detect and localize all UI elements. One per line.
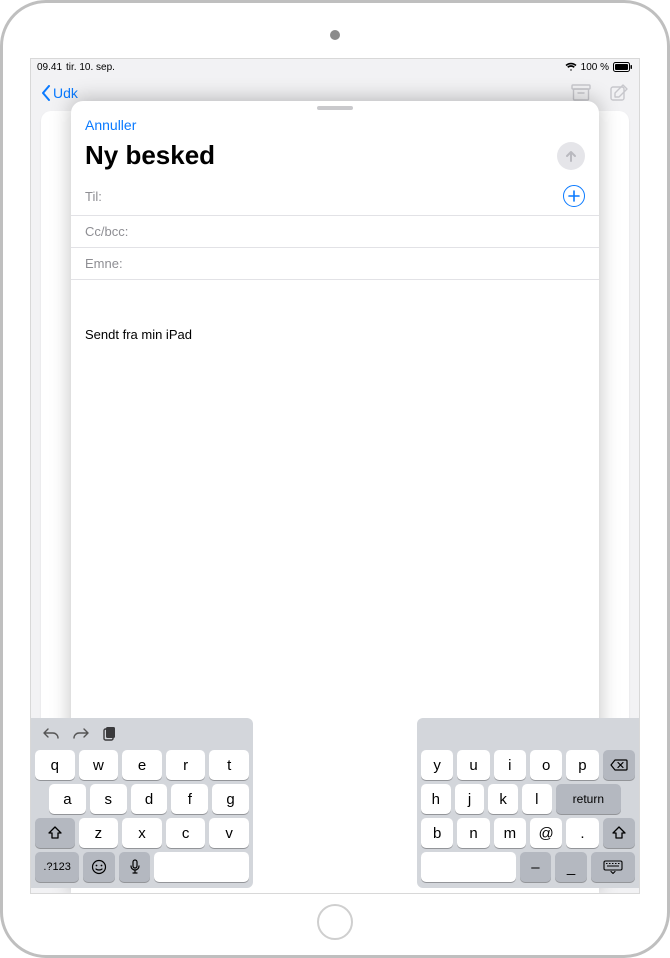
key-r[interactable]: r xyxy=(166,750,206,780)
cc-bcc-label: Cc/bcc: xyxy=(85,224,128,239)
key-numbers[interactable]: .?123 xyxy=(35,852,79,882)
key-q[interactable]: q xyxy=(35,750,75,780)
status-bar: 09.41 tir. 10. sep. 100 % xyxy=(31,59,639,75)
key-t[interactable]: t xyxy=(209,750,249,780)
clipboard-icon[interactable] xyxy=(103,726,116,741)
backspace-icon xyxy=(610,759,628,771)
status-time: 09.41 xyxy=(37,62,62,73)
key-dash[interactable]: – xyxy=(520,852,552,882)
shift-icon xyxy=(48,826,62,840)
signature-text: Sendt fra min iPad xyxy=(85,327,585,342)
key-z[interactable]: z xyxy=(79,818,119,848)
key-x[interactable]: x xyxy=(122,818,162,848)
key-space-left[interactable] xyxy=(154,852,249,882)
key-j[interactable]: j xyxy=(455,784,485,814)
key-i[interactable]: i xyxy=(494,750,526,780)
status-battery-text: 100 % xyxy=(581,62,609,73)
key-k[interactable]: k xyxy=(488,784,518,814)
key-backspace[interactable] xyxy=(603,750,635,780)
send-button[interactable] xyxy=(557,142,585,170)
subject-field-row[interactable]: Emne: xyxy=(71,248,599,280)
key-emoji[interactable] xyxy=(83,852,115,882)
battery-icon xyxy=(613,62,633,72)
key-p[interactable]: p xyxy=(566,750,598,780)
key-shift-right[interactable] xyxy=(603,818,635,848)
plus-icon xyxy=(568,190,580,202)
wifi-icon xyxy=(565,62,577,72)
key-l[interactable]: l xyxy=(522,784,552,814)
keyboard-hide-icon xyxy=(603,860,623,874)
undo-icon[interactable] xyxy=(43,727,59,739)
to-input[interactable] xyxy=(108,189,557,204)
key-dictation[interactable] xyxy=(119,852,151,882)
arrow-up-icon xyxy=(563,148,579,164)
key-c[interactable]: c xyxy=(166,818,206,848)
nav-back-label: Udk xyxy=(53,85,78,101)
keyboard-right-half: y u i o p h j k l return b xyxy=(417,718,639,888)
key-d[interactable]: d xyxy=(131,784,168,814)
key-y[interactable]: y xyxy=(421,750,453,780)
chevron-left-icon xyxy=(41,85,51,101)
key-space-right[interactable] xyxy=(421,852,516,882)
key-period[interactable]: . xyxy=(566,818,598,848)
ipad-frame: 09.41 tir. 10. sep. 100 % Udk xyxy=(0,0,670,958)
redo-icon[interactable] xyxy=(73,727,89,739)
add-contact-button[interactable] xyxy=(563,185,585,207)
key-s[interactable]: s xyxy=(90,784,127,814)
key-v[interactable]: v xyxy=(209,818,249,848)
key-o[interactable]: o xyxy=(530,750,562,780)
key-return[interactable]: return xyxy=(556,784,621,814)
key-a[interactable]: a xyxy=(49,784,86,814)
key-w[interactable]: w xyxy=(79,750,119,780)
home-button[interactable] xyxy=(317,904,353,940)
key-shift-left[interactable] xyxy=(35,818,75,848)
nav-back-button[interactable]: Udk xyxy=(41,85,78,101)
subject-label: Emne: xyxy=(85,256,123,271)
key-m[interactable]: m xyxy=(494,818,526,848)
compose-icon[interactable] xyxy=(609,83,629,103)
front-camera xyxy=(330,30,340,40)
subject-input[interactable] xyxy=(129,256,585,271)
status-date: tir. 10. sep. xyxy=(66,62,115,73)
key-g[interactable]: g xyxy=(212,784,249,814)
cancel-button[interactable]: Annuller xyxy=(85,117,136,133)
key-b[interactable]: b xyxy=(421,818,453,848)
key-hide-keyboard[interactable] xyxy=(591,852,635,882)
sheet-title: Ny besked xyxy=(85,140,215,171)
key-at[interactable]: @ xyxy=(530,818,562,848)
to-label: Til: xyxy=(85,189,102,204)
cc-bcc-field-row[interactable]: Cc/bcc: xyxy=(71,216,599,248)
key-e[interactable]: e xyxy=(122,750,162,780)
keyboard-toolbar xyxy=(35,722,249,746)
key-f[interactable]: f xyxy=(171,784,208,814)
microphone-icon xyxy=(129,859,141,875)
key-h[interactable]: h xyxy=(421,784,451,814)
to-field-row[interactable]: Til: xyxy=(71,177,599,216)
keyboard-left-half: q w e r t a s d f g z xyxy=(31,718,253,888)
screen: 09.41 tir. 10. sep. 100 % Udk xyxy=(30,58,640,894)
key-underscore[interactable]: _ xyxy=(555,852,587,882)
key-n[interactable]: n xyxy=(457,818,489,848)
archive-icon[interactable] xyxy=(571,84,591,102)
emoji-icon xyxy=(91,859,107,875)
key-u[interactable]: u xyxy=(457,750,489,780)
cc-bcc-input[interactable] xyxy=(134,224,585,239)
shift-icon xyxy=(612,826,626,840)
